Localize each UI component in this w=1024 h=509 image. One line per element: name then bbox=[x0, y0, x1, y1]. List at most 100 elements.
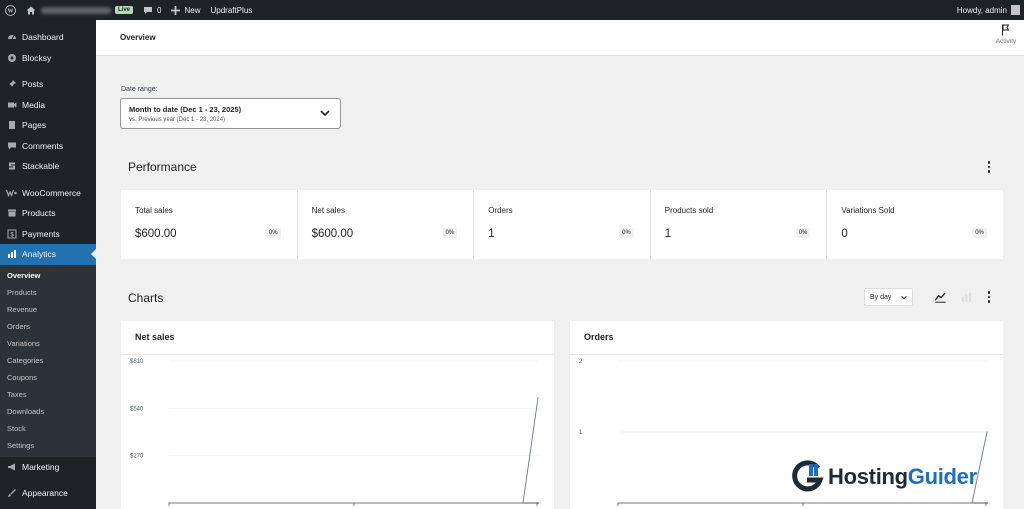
y-tick: $270 bbox=[130, 454, 539, 460]
sidebar-item-label: Posts bbox=[22, 79, 44, 90]
submenu-item-overview[interactable]: Overview bbox=[0, 267, 96, 284]
sidebar-item-label: Blocksy bbox=[22, 52, 52, 63]
interval-select[interactable]: By day bbox=[864, 288, 913, 306]
data-point bbox=[537, 397, 539, 399]
sidebar-item-comments[interactable]: Comments bbox=[0, 136, 96, 157]
blocksy-icon bbox=[6, 52, 17, 63]
interval-value: By day bbox=[870, 293, 892, 301]
submenu-item-variations[interactable]: Variations bbox=[0, 335, 96, 352]
sidebar-item-dashboard[interactable]: Dashboard bbox=[0, 27, 96, 48]
hostingguider-logo-icon bbox=[792, 460, 824, 492]
archive-icon bbox=[6, 208, 17, 219]
card-value: 1 bbox=[488, 228, 495, 240]
card-total-sales[interactable]: Total sales $600.00 0% bbox=[121, 190, 298, 259]
card-net-sales[interactable]: Net sales $600.00 0% bbox=[298, 190, 475, 259]
charts-menu-icon[interactable] bbox=[984, 290, 994, 304]
sidebar-item-woocommerce[interactable]: WooCommerce bbox=[0, 183, 96, 204]
card-label: Orders bbox=[488, 206, 513, 215]
comment-icon bbox=[6, 140, 17, 151]
stackable-icon bbox=[6, 161, 17, 172]
home-icon bbox=[26, 6, 36, 14]
live-badge: Live bbox=[115, 6, 134, 14]
submenu-item-coupons[interactable]: Coupons bbox=[0, 369, 96, 386]
media-icon bbox=[6, 99, 17, 110]
line-chart-toggle[interactable] bbox=[934, 290, 947, 308]
admin-bar: W Live 0 New UpdraftPlus Howdy, admin bbox=[0, 0, 1024, 20]
wordpress-logo-icon[interactable]: W bbox=[0, 0, 21, 20]
card-products-sold[interactable]: Products sold 1 0% bbox=[651, 190, 828, 259]
data-point bbox=[986, 431, 988, 433]
data-point bbox=[971, 502, 973, 504]
card-value: 0 bbox=[841, 228, 848, 240]
page-icon bbox=[6, 120, 17, 131]
comment-icon bbox=[144, 6, 153, 14]
y-tick-label: $810 bbox=[130, 359, 144, 365]
card-value: 1 bbox=[664, 228, 672, 240]
plus-icon bbox=[171, 5, 181, 15]
net-sales-chart: Net sales $810 $540 $270 bbox=[121, 321, 554, 509]
sidebar-item-products[interactable]: Products bbox=[0, 203, 96, 224]
y-tick: 1 bbox=[579, 430, 988, 436]
avatar bbox=[1011, 5, 1020, 15]
my-account-link[interactable]: Howdy, admin bbox=[957, 5, 1024, 15]
sidebar-item-posts[interactable]: Posts bbox=[0, 74, 96, 95]
activity-button[interactable]: Activity bbox=[991, 24, 1021, 45]
sidebar-item-stackable[interactable]: Stackable bbox=[0, 156, 96, 177]
sidebar-item-label: Appearance bbox=[22, 488, 68, 499]
chart-title: Net sales bbox=[135, 332, 175, 342]
woo-icon bbox=[6, 187, 17, 198]
submenu-item-orders[interactable]: Orders bbox=[0, 318, 96, 335]
date-range-picker[interactable]: Month to date (Dec 1 - 23, 2025) vs. Pre… bbox=[120, 98, 341, 129]
new-label: New bbox=[184, 5, 201, 15]
submenu-item-revenue[interactable]: Revenue bbox=[0, 301, 96, 318]
y-tick: $810 bbox=[130, 359, 539, 365]
delta-badge: 0% bbox=[619, 228, 634, 238]
y-tick-label: $540 bbox=[130, 406, 144, 412]
submenu-item-taxes[interactable]: Taxes bbox=[0, 386, 96, 403]
submenu-item-categories[interactable]: Categories bbox=[0, 352, 96, 369]
watermark-text-a: Hosting bbox=[828, 464, 908, 489]
performance-cards: Total sales $600.00 0% Net sales $600.00… bbox=[121, 190, 1003, 259]
hostingguider-watermark: HostingGuider bbox=[790, 460, 977, 494]
delta-badge: 0% bbox=[795, 228, 811, 238]
card-orders[interactable]: Orders 1 0% bbox=[474, 190, 651, 259]
sidebar-item-media[interactable]: Media bbox=[0, 95, 96, 116]
bar-chart-toggle[interactable] bbox=[960, 290, 972, 308]
page-header: Overview Activity bbox=[96, 20, 1024, 56]
delta-badge: 0% bbox=[972, 228, 987, 238]
analytics-submenu: Overview Products Revenue Orders Variati… bbox=[0, 264, 96, 457]
chevron-down-icon bbox=[901, 295, 907, 299]
sidebar-item-pages[interactable]: Pages bbox=[0, 115, 96, 136]
submenu-item-settings[interactable]: Settings bbox=[0, 437, 96, 454]
site-name-link[interactable]: Live bbox=[21, 0, 138, 20]
sidebar-item-label: WooCommerce bbox=[22, 187, 81, 198]
admin-sidebar: Dashboard Blocksy Posts Media Pages Comm… bbox=[0, 20, 96, 509]
submenu-item-products[interactable]: Products bbox=[0, 284, 96, 301]
y-tick-label: 1 bbox=[579, 430, 583, 436]
brush-icon bbox=[6, 488, 17, 499]
bar-chart-icon bbox=[6, 249, 17, 260]
sidebar-item-analytics[interactable]: Analytics bbox=[0, 244, 96, 265]
sidebar-item-label: Media bbox=[22, 99, 46, 110]
sidebar-item-appearance[interactable]: Appearance bbox=[0, 483, 96, 504]
submenu-item-downloads[interactable]: Downloads bbox=[0, 403, 96, 420]
sidebar-item-marketing[interactable]: Marketing bbox=[0, 457, 96, 478]
sidebar-item-payments[interactable]: $ Payments bbox=[0, 224, 96, 245]
card-label: Total sales bbox=[135, 206, 173, 215]
howdy-text: Howdy, admin bbox=[956, 5, 1007, 15]
date-range-primary: Month to date (Dec 1 - 23, 2025) bbox=[129, 105, 242, 114]
sidebar-item-label: Analytics bbox=[22, 249, 57, 260]
comments-link[interactable]: 0 bbox=[138, 0, 166, 20]
sidebar-item-label: Payments bbox=[22, 228, 60, 239]
date-range-secondary: vs. Previous year (Dec 1 - 23, 2024) bbox=[129, 117, 226, 123]
y-tick: 2 bbox=[579, 359, 988, 365]
card-variations-sold[interactable]: Variations Sold 0 0% bbox=[827, 190, 1003, 259]
updraftplus-label: UpdraftPlus bbox=[210, 5, 253, 15]
updraftplus-link[interactable]: UpdraftPlus bbox=[205, 0, 257, 20]
activity-label: Activity bbox=[995, 38, 1017, 45]
date-range-label: Date range: bbox=[121, 86, 158, 93]
sidebar-item-blocksy[interactable]: Blocksy bbox=[0, 48, 96, 69]
new-content-link[interactable]: New bbox=[166, 0, 205, 20]
performance-menu-icon[interactable] bbox=[984, 160, 994, 174]
submenu-item-stock[interactable]: Stock bbox=[0, 420, 96, 437]
